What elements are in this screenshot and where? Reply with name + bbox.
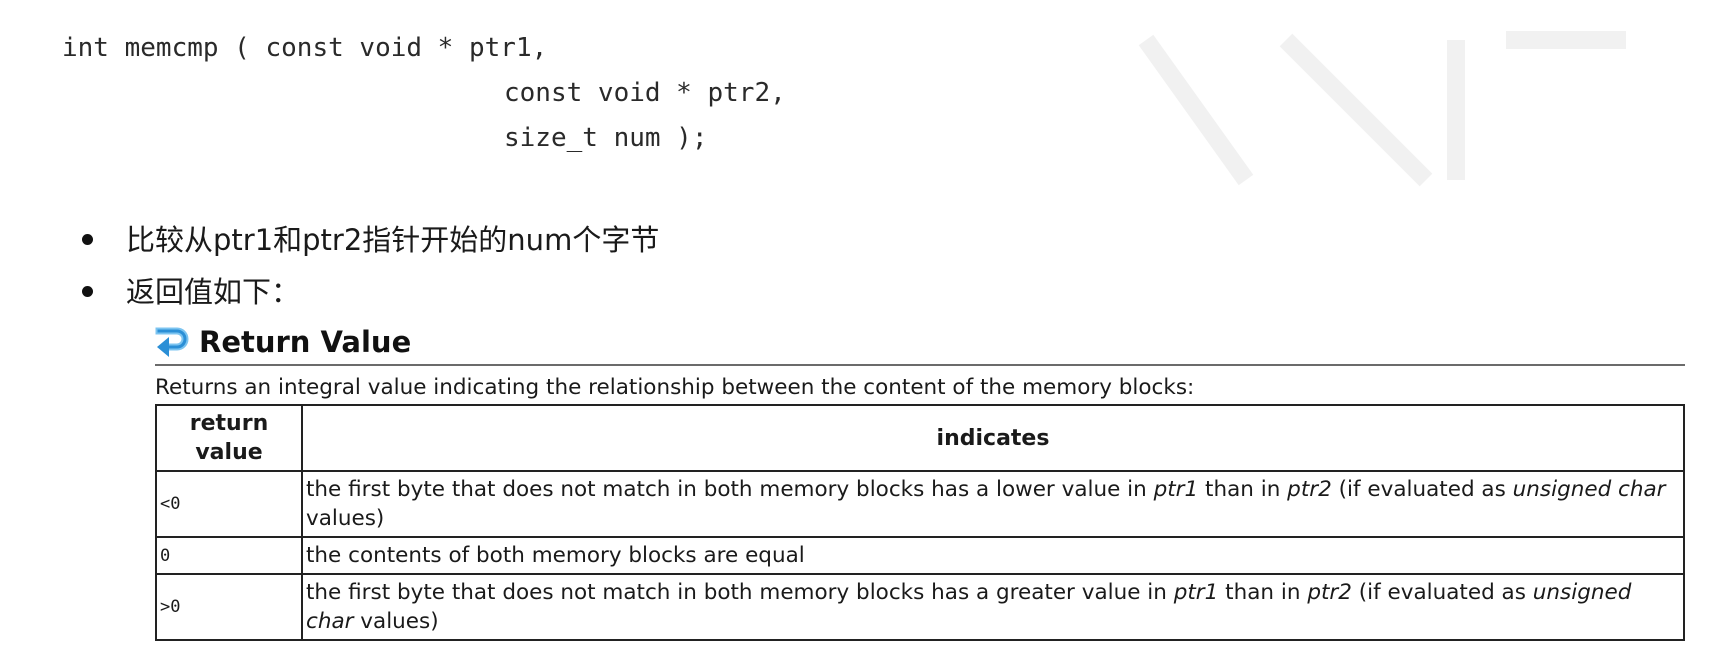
return-value-title: Return Value (199, 325, 412, 359)
desc-ptr1: ptr1 (1153, 477, 1199, 502)
bullet-text: 返回值如下： (126, 275, 301, 309)
table-header-row: return value indicates (155, 404, 1685, 472)
bullet-dot-icon (82, 286, 93, 297)
desc-text: values) (306, 506, 385, 531)
signature-line-1: int memcmp ( const void * ptr1, (62, 33, 548, 63)
return-value-table: return value indicates <0 the first byte… (155, 404, 1685, 641)
desc-ptr2: ptr2 (1287, 477, 1332, 502)
desc-ptr1: ptr1 (1173, 580, 1219, 605)
return-value-description: Returns an integral value indicating the… (155, 375, 1195, 400)
return-value-section: Return Value Returns an integral value i… (155, 322, 1685, 641)
row-value: 0 (155, 536, 303, 575)
bullet-text: 比较从ptr1和ptr2指针开始的num个字节 (126, 223, 660, 257)
bullet-list: 比较从ptr1和ptr2指针开始的num个字节 返回值如下： (80, 220, 659, 324)
table-row: <0 the first byte that does not match in… (155, 470, 1685, 538)
header-indicates: indicates (301, 404, 1685, 472)
desc-text: values) (353, 609, 439, 634)
desc-text: (if evaluated as (1351, 580, 1533, 605)
desc-text: the first byte that does not match in bo… (306, 477, 1154, 502)
return-arrow-icon (155, 327, 189, 357)
list-item: 比较从ptr1和ptr2指针开始的num个字节 (80, 220, 659, 272)
desc-unsigned-char: unsigned char (1512, 477, 1666, 502)
header-return-value: return value (155, 404, 303, 472)
signature-line-2: const void * ptr2, (504, 78, 786, 108)
table-row: 0 the contents of both memory blocks are… (155, 536, 1685, 575)
desc-text: the first byte that does not match in bo… (306, 580, 1174, 605)
return-value-header: Return Value (155, 322, 1685, 366)
desc-text: than in (1218, 580, 1308, 605)
row-description: the first byte that does not match in bo… (301, 470, 1685, 538)
background-watermark (1138, 31, 1626, 187)
row-value: <0 (155, 470, 303, 538)
row-value: >0 (155, 573, 303, 641)
desc-text: than in (1198, 477, 1288, 502)
function-signature: int memcmp ( const void * ptr1, const voi… (62, 26, 786, 161)
signature-line-3: size_t num ); (504, 123, 708, 153)
table-row: >0 the first byte that does not match in… (155, 573, 1685, 641)
row-description: the contents of both memory blocks are e… (301, 536, 1685, 575)
row-description: the first byte that does not match in bo… (301, 573, 1685, 641)
header-return-value-label: return value (189, 411, 269, 465)
desc-ptr2: ptr2 (1307, 580, 1352, 605)
list-item: 返回值如下： (80, 272, 659, 324)
bullet-dot-icon (82, 234, 93, 245)
desc-text: (if evaluated as (1331, 477, 1513, 502)
